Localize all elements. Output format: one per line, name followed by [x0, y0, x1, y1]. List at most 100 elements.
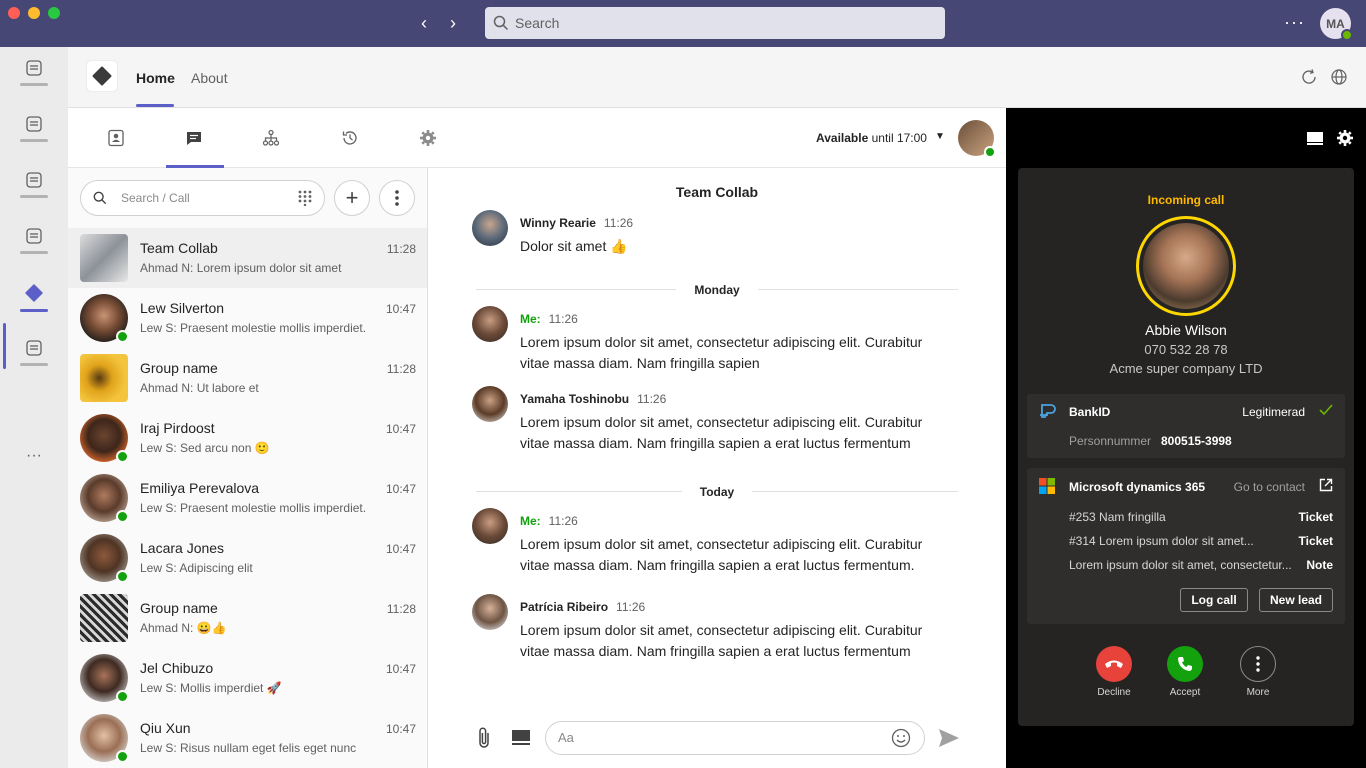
decline-call-button[interactable]	[1096, 646, 1132, 682]
chat-row-time: 11:28	[386, 362, 416, 376]
more-options-icon[interactable]: ···	[1284, 12, 1305, 33]
close-window-button[interactable]	[8, 7, 20, 19]
chat-row-preview: Ahmad N: Lorem ipsum dolor sit amet	[140, 261, 342, 275]
log-call-button[interactable]: Log call	[1180, 588, 1248, 612]
chat-search-input[interactable]: Search / Call	[80, 180, 325, 216]
refresh-icon[interactable]	[1300, 68, 1318, 86]
chat-list-menu-button[interactable]	[379, 180, 415, 216]
chat-row[interactable]: Jel Chibuzo Lew S: Mollis imperdiet 🚀 10…	[68, 648, 427, 708]
app-rail: ··· ?	[0, 47, 68, 768]
chat-list: Search / Call + Team Collab Ahmad N: Lor…	[68, 168, 428, 768]
new-chat-button[interactable]: +	[334, 180, 370, 216]
message-time: 11:26	[637, 392, 667, 406]
globe-icon[interactable]	[1330, 68, 1348, 86]
more-call-options-button[interactable]	[1240, 646, 1276, 682]
bankid-title: BankID	[1069, 405, 1111, 419]
settings-gear-icon[interactable]	[419, 129, 437, 147]
chat-avatar	[80, 294, 129, 343]
settings-gear-icon[interactable]	[1336, 129, 1354, 147]
open-external-icon[interactable]	[1319, 478, 1333, 492]
dynamics-row-text[interactable]: #314 Lorem ipsum dolor sit amet...	[1069, 534, 1254, 548]
org-chart-icon[interactable]	[262, 129, 280, 147]
rail-app-4[interactable]	[0, 227, 68, 277]
app-header: Home About	[68, 47, 1366, 108]
tab-home[interactable]: Home	[136, 70, 175, 86]
chat-row[interactable]: Group name Ahmad N: Ut labore et 11:28	[68, 348, 427, 408]
rail-app-active[interactable]	[0, 283, 68, 333]
history-icon[interactable]	[341, 129, 359, 147]
app-logo	[87, 61, 117, 91]
chat-row[interactable]: Qiu Xun Lew S: Risus nullam eget felis e…	[68, 708, 427, 768]
go-to-contact-link[interactable]: Go to contact	[1234, 480, 1305, 494]
chevron-down-icon[interactable]: ▼	[935, 131, 945, 142]
dynamics-row-text[interactable]: #253 Nam fringilla	[1069, 510, 1166, 524]
chat-row[interactable]: Team Collab Ahmad N: Lorem ipsum dolor s…	[68, 228, 427, 288]
keyboard-format-icon[interactable]	[511, 728, 531, 748]
my-profile-avatar[interactable]	[958, 120, 996, 158]
active-tab-indicator	[136, 104, 174, 107]
search-icon	[493, 15, 509, 31]
message-avatar	[472, 594, 508, 630]
diamond-logo-icon	[92, 66, 112, 86]
chat-row[interactable]: Iraj Pirdoost Lew S: Sed arcu non 🙂 10:4…	[68, 408, 427, 468]
dialpad-icon[interactable]	[298, 190, 312, 206]
back-arrow-icon[interactable]: ‹	[414, 13, 434, 33]
dynamics-row-type: Note	[1306, 558, 1333, 572]
user-avatar[interactable]: MA	[1320, 8, 1353, 41]
chat-avatar	[80, 474, 129, 523]
chat-avatar	[80, 234, 128, 282]
rail-app-1[interactable]	[0, 59, 68, 109]
dynamics-row-type: Ticket	[1298, 510, 1333, 524]
dynamics-row-type: Ticket	[1298, 534, 1333, 548]
message-body: Lorem ipsum dolor sit amet, consectetur …	[520, 334, 923, 371]
message-body: Lorem ipsum dolor sit amet, consectetur …	[520, 414, 923, 451]
message-sender: Me:	[520, 514, 541, 528]
rail-app-3[interactable]	[0, 171, 68, 221]
emoji-icon[interactable]	[891, 728, 911, 748]
send-icon[interactable]	[938, 728, 960, 748]
chat-icon[interactable]	[185, 129, 203, 147]
chat-search-placeholder: Search / Call	[121, 191, 190, 205]
more-vertical-icon	[1256, 656, 1260, 672]
minimize-window-button[interactable]	[28, 7, 40, 19]
conversation-pane: Team Collab Winny Rearie 11:26 Dolor sit …	[428, 168, 1006, 768]
hang-up-icon	[1105, 660, 1123, 668]
message-compose-input[interactable]: Aa	[545, 721, 925, 755]
app-icon	[26, 60, 42, 76]
chat-row[interactable]: Emiliya Perevalova Lew S: Praesent moles…	[68, 468, 427, 528]
message-body: Lorem ipsum dolor sit amet, consectetur …	[520, 622, 923, 659]
keyboard-icon[interactable]	[1306, 130, 1324, 146]
tab-about[interactable]: About	[191, 70, 228, 86]
chat-row[interactable]: Lew Silverton Lew S: Praesent molestie m…	[68, 288, 427, 348]
presence-status[interactable]: Available until 17:00	[816, 131, 927, 145]
rail-app-6[interactable]	[0, 339, 68, 389]
message-avatar	[472, 386, 508, 422]
date-divider-label: Monday	[676, 283, 758, 297]
message-sender: Yamaha Toshinobu	[520, 392, 630, 406]
maximize-window-button[interactable]	[48, 7, 60, 19]
presence-available-icon	[116, 330, 129, 343]
chat-row-name: Emiliya Perevalova	[140, 480, 260, 496]
bankid-panel: BankID Legitimerad Personnummer 800515-3…	[1027, 394, 1345, 458]
chat-row[interactable]: Group name Ahmad N: 😀👍 11:28	[68, 588, 427, 648]
personnummer-label: Personnummer	[1069, 434, 1152, 448]
forward-arrow-icon[interactable]: ›	[443, 13, 463, 33]
contacts-icon[interactable]	[107, 129, 125, 147]
app-icon	[26, 228, 42, 244]
section-toolbar: Available until 17:00 ▼	[68, 108, 1006, 168]
user-initials: MA	[1326, 16, 1345, 31]
rail-more-apps-icon[interactable]: ···	[0, 447, 68, 465]
dynamics-row-text[interactable]: Lorem ipsum dolor sit amet, consectetur.…	[1069, 558, 1292, 572]
accept-call-button[interactable]	[1167, 646, 1203, 682]
chat-row-name: Lew Silverton	[140, 300, 225, 316]
chat-row[interactable]: Lacara Jones Lew S: Adipiscing elit 10:4…	[68, 528, 427, 588]
date-divider: Monday	[428, 283, 1006, 297]
message-avatar	[472, 210, 508, 246]
chat-row-time: 10:47	[385, 482, 416, 496]
message-sender: Me:	[520, 312, 541, 326]
rail-app-2[interactable]	[0, 115, 68, 165]
global-search-input[interactable]: Search	[485, 7, 945, 39]
new-lead-button[interactable]: New lead	[1259, 588, 1333, 612]
app-icon	[26, 340, 42, 356]
attach-paperclip-icon[interactable]	[476, 726, 492, 750]
